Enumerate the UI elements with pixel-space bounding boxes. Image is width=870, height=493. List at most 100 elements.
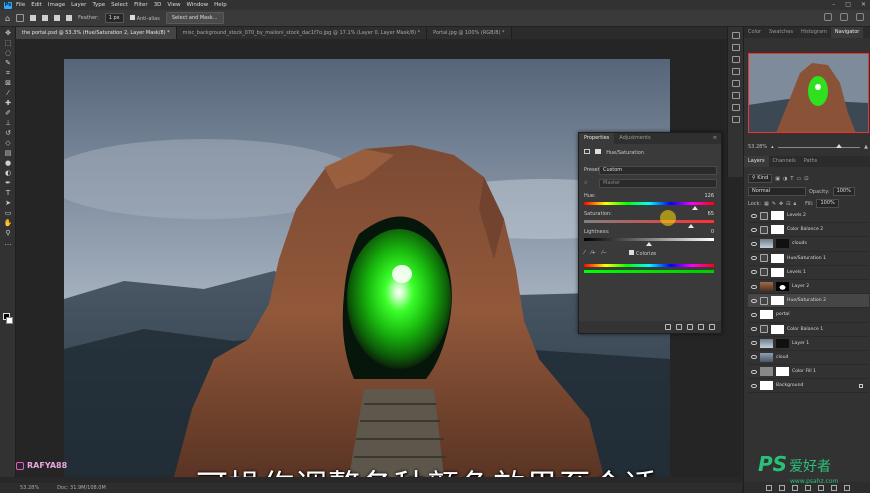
properties-icon[interactable] xyxy=(732,104,740,111)
3d-icon[interactable] xyxy=(732,92,740,99)
menu-window[interactable]: Window xyxy=(186,2,208,8)
layer-row[interactable]: portal xyxy=(748,308,869,323)
layer-mask-thumbnail[interactable] xyxy=(771,253,784,263)
layer-mask-thumbnail[interactable] xyxy=(776,282,789,292)
channel-dropdown[interactable]: Master xyxy=(599,179,717,188)
type-tool-icon[interactable]: T xyxy=(3,189,13,197)
zoom-level[interactable]: 53.28% xyxy=(20,485,39,491)
panel-menu-icon[interactable]: ≡ xyxy=(708,133,721,144)
mask-icon[interactable] xyxy=(594,149,601,154)
filter-pixel-icon[interactable]: ▣ xyxy=(775,176,780,182)
minimize-icon[interactable]: – xyxy=(832,1,835,8)
path-select-tool-icon[interactable]: ➤ xyxy=(3,199,13,207)
zoom-slider[interactable] xyxy=(777,143,861,148)
lock-position-icon[interactable]: ✥ xyxy=(779,201,783,207)
menu-filter[interactable]: Filter xyxy=(134,2,148,8)
intersect-selection-icon[interactable] xyxy=(66,15,73,21)
home-icon[interactable]: ⌂ xyxy=(5,14,10,23)
layer-mask-thumbnail[interactable] xyxy=(771,225,784,235)
quick-select-tool-icon[interactable]: ✎ xyxy=(3,59,13,67)
close-icon[interactable]: ✕ xyxy=(861,1,866,8)
workspace-icon[interactable] xyxy=(840,13,848,21)
eye-icon[interactable] xyxy=(751,256,757,261)
lasso-tool-icon[interactable]: ◌ xyxy=(3,49,13,57)
eyedropper-icon[interactable]: ⁄ xyxy=(584,250,585,256)
subtract-selection-icon[interactable] xyxy=(54,15,61,21)
filter-kind-dropdown[interactable]: ⚲ Kind xyxy=(748,174,773,183)
menu-3d[interactable]: 3D xyxy=(154,2,162,8)
tab-portal-jpg[interactable]: Portal.jpg @ 100% (RGB/8) * xyxy=(427,27,512,39)
gradient-tool-icon[interactable]: ▤ xyxy=(3,149,13,157)
eyedropper-tool-icon[interactable]: ⁄ xyxy=(3,89,13,97)
select-and-mask-button[interactable]: Select and Mask... xyxy=(165,12,224,24)
add-to-selection-icon[interactable] xyxy=(42,15,49,21)
brush-settings-icon[interactable] xyxy=(732,56,740,63)
link-layers-icon[interactable] xyxy=(765,484,772,491)
brush-tool-icon[interactable]: ✐ xyxy=(3,109,13,117)
navigator-view-box[interactable] xyxy=(748,53,869,133)
add-mask-icon[interactable] xyxy=(791,484,798,491)
layer-thumbnail[interactable] xyxy=(760,282,773,292)
eye-icon[interactable] xyxy=(751,298,757,303)
hue-slider-thumb[interactable] xyxy=(691,206,698,210)
eraser-tool-icon[interactable]: ◇ xyxy=(3,139,13,147)
layer-thumbnail[interactable] xyxy=(760,310,773,320)
tab-misc-background[interactable]: misc_background_stock_070_by_mailoni_sto… xyxy=(176,27,428,39)
tab-paths[interactable]: Paths xyxy=(800,156,822,167)
layer-row[interactable]: Layer 2 xyxy=(748,280,869,295)
tab-layers[interactable]: Layers xyxy=(744,156,769,167)
eyedropper-minus-icon[interactable]: ⁄− xyxy=(602,250,607,256)
colorize-checkbox[interactable]: Colorize xyxy=(629,250,656,257)
layer-row-selected[interactable]: Hue/Saturation 2 xyxy=(748,294,869,309)
eye-icon[interactable] xyxy=(751,227,757,232)
tab-adjustments[interactable]: Adjustments xyxy=(614,133,655,144)
layer-row[interactable]: Hue/Saturation 1 xyxy=(748,252,869,266)
saturation-value[interactable]: 65 xyxy=(694,211,714,217)
eye-icon[interactable] xyxy=(751,241,757,246)
layer-mask-thumbnail[interactable] xyxy=(771,211,784,221)
lightness-value[interactable]: 0 xyxy=(694,229,714,235)
blend-mode-dropdown[interactable]: Normal xyxy=(748,187,806,196)
tab-swatches[interactable]: Swatches xyxy=(765,27,797,38)
antialias-checkbox[interactable]: Anti-alias xyxy=(129,14,160,22)
layer-thumbnail[interactable] xyxy=(760,239,773,249)
layer-row[interactable]: Color Fill 1 xyxy=(748,365,869,380)
history-brush-tool-icon[interactable]: ↺ xyxy=(3,129,13,137)
search-icon[interactable] xyxy=(824,13,832,21)
zoom-slider-thumb[interactable] xyxy=(835,143,842,148)
paragraph-icon[interactable] xyxy=(732,68,740,75)
layer-thumbnail[interactable] xyxy=(760,352,773,362)
lasso-tool-preset-icon[interactable] xyxy=(16,14,25,22)
lock-transparent-icon[interactable]: ▦ xyxy=(764,201,769,207)
view-previous-icon[interactable] xyxy=(676,324,682,330)
rectangle-tool-icon[interactable]: ▭ xyxy=(3,209,13,217)
layer-row[interactable]: cloud xyxy=(748,351,869,366)
layer-row[interactable]: Layer 1 xyxy=(748,337,869,351)
tab-properties[interactable]: Properties xyxy=(579,133,615,144)
blur-tool-icon[interactable]: ● xyxy=(3,159,13,167)
layer-row[interactable]: Levels 2 xyxy=(748,209,869,224)
layer-thumbnail[interactable] xyxy=(760,381,773,391)
layer-mask-thumbnail[interactable] xyxy=(771,267,784,277)
eye-icon[interactable] xyxy=(751,213,757,218)
lock-artboard-icon[interactable]: ⊡ xyxy=(786,201,790,207)
filter-type-icon[interactable]: T xyxy=(790,176,793,182)
menu-view[interactable]: View xyxy=(167,2,180,8)
eye-icon[interactable] xyxy=(751,355,757,360)
layer-row[interactable]: Levels 1 xyxy=(748,266,869,280)
hue-value[interactable]: 126 xyxy=(694,193,714,199)
visibility-icon[interactable] xyxy=(698,324,704,330)
delete-layer-icon[interactable] xyxy=(843,484,850,491)
more-tools-icon[interactable]: … xyxy=(3,239,13,247)
share-icon[interactable] xyxy=(856,13,864,21)
lightness-slider-track[interactable] xyxy=(584,238,714,241)
zoom-out-icon[interactable]: ▴ xyxy=(771,144,774,150)
menu-layer[interactable]: Layer xyxy=(71,2,86,8)
marquee-tool-icon[interactable]: ⬚ xyxy=(3,39,13,47)
layer-thumbnail[interactable] xyxy=(760,338,773,348)
history-icon[interactable] xyxy=(732,32,740,39)
new-selection-icon[interactable] xyxy=(30,15,37,21)
targeted-adjust-icon[interactable]: ☝ xyxy=(584,180,587,186)
eye-icon[interactable] xyxy=(751,284,757,289)
menu-select[interactable]: Select xyxy=(111,2,128,8)
